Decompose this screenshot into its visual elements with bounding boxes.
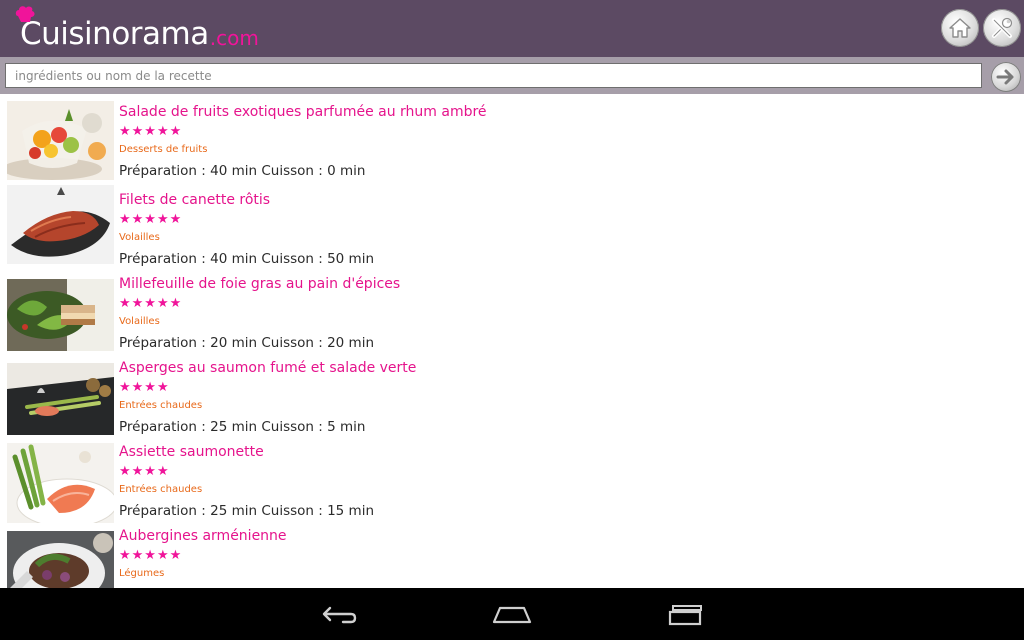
recipe-item[interactable]: Aubergines arménienne ★★★★★ Légumes [0, 518, 1024, 588]
fruit-salad-photo [7, 101, 114, 180]
recipe-category: Volailles [119, 316, 160, 327]
recipe-thumbnail [7, 363, 114, 435]
home-button[interactable] [941, 9, 979, 47]
tools-icon [992, 17, 1013, 38]
duck-fillets-photo [7, 185, 114, 264]
recipe-category: Volailles [119, 232, 160, 243]
aubergines-photo [7, 531, 114, 588]
recipe-item[interactable]: Filets de canette rôtis ★★★★★ Volailles … [0, 182, 1024, 267]
search-bar [0, 57, 1024, 94]
logo-text: Cuisinorama [20, 16, 209, 52]
cuisinorama-logo[interactable]: Cuisinorama .com [14, 4, 259, 56]
recipe-title[interactable]: Filets de canette rôtis [119, 192, 270, 208]
rating-stars: ★★★★★ [119, 212, 183, 227]
recipe-time: Préparation : 25 min Cuisson : 5 min [119, 419, 366, 435]
android-home-icon [492, 606, 532, 624]
foie-gras-photo [7, 279, 114, 351]
search-input[interactable] [5, 63, 982, 88]
asparagus-salmon-photo [7, 363, 114, 435]
recipe-thumbnail [7, 101, 114, 180]
logo-suffix: .com [209, 26, 259, 50]
recipe-thumbnail [7, 531, 114, 588]
settings-button[interactable] [983, 9, 1021, 47]
rating-stars: ★★★★★ [119, 548, 183, 563]
recipe-title[interactable]: Salade de fruits exotiques parfumée au r… [119, 104, 487, 120]
recents-button[interactable] [664, 600, 708, 628]
chef-hat-icon [15, 6, 35, 22]
recipe-time: Préparation : 40 min Cuisson : 0 min [119, 163, 366, 179]
home-icon [949, 18, 971, 38]
recipe-thumbnail [7, 443, 114, 523]
recipe-thumbnail [7, 279, 114, 351]
arrow-right-icon [996, 69, 1014, 85]
recipe-title[interactable]: Asperges au saumon fumé et salade verte [119, 360, 416, 376]
recipe-category: Entrées chaudes [119, 484, 203, 495]
recipe-category: Desserts de fruits [119, 144, 208, 155]
recipe-time: Préparation : 25 min Cuisson : 15 min [119, 503, 375, 519]
recipe-title[interactable]: Assiette saumonette [119, 444, 264, 460]
app-root: Cuisinorama .com ingrédients ou nom de l… [0, 0, 1024, 640]
recipe-thumbnail [7, 185, 114, 264]
recipe-time: Préparation : 20 min Cuisson : 20 min [119, 335, 375, 351]
recipe-category: Entrées chaudes [119, 400, 203, 411]
recipe-item[interactable]: Asperges au saumon fumé et salade verte … [0, 350, 1024, 435]
recipe-title[interactable]: Millefeuille de foie gras au pain d'épic… [119, 276, 400, 292]
rating-stars: ★★★★ [119, 380, 170, 395]
salmon-plate-photo [7, 443, 114, 523]
recents-icon [668, 605, 702, 626]
recipe-item[interactable]: Assiette saumonette ★★★★ Entrées chaudes… [0, 434, 1024, 523]
recipe-title[interactable]: Aubergines arménienne [119, 528, 287, 544]
app-header: Cuisinorama .com [0, 0, 1024, 57]
system-nav-bar [0, 588, 1024, 640]
rating-stars: ★★★★★ [119, 296, 183, 311]
search-go-button[interactable] [991, 62, 1021, 92]
recipe-item[interactable]: Salade de fruits exotiques parfumée au r… [0, 94, 1024, 180]
back-button[interactable] [317, 600, 361, 628]
recipe-item[interactable]: Millefeuille de foie gras au pain d'épic… [0, 266, 1024, 351]
recipe-time: Préparation : 40 min Cuisson : 50 min [119, 251, 375, 267]
back-icon [322, 606, 357, 624]
rating-stars: ★★★★★ [119, 124, 183, 139]
rating-stars: ★★★★ [119, 464, 170, 479]
android-home-button[interactable] [490, 600, 534, 628]
recipe-list[interactable]: Salade de fruits exotiques parfumée au r… [0, 94, 1024, 588]
recipe-category: Légumes [119, 568, 165, 579]
